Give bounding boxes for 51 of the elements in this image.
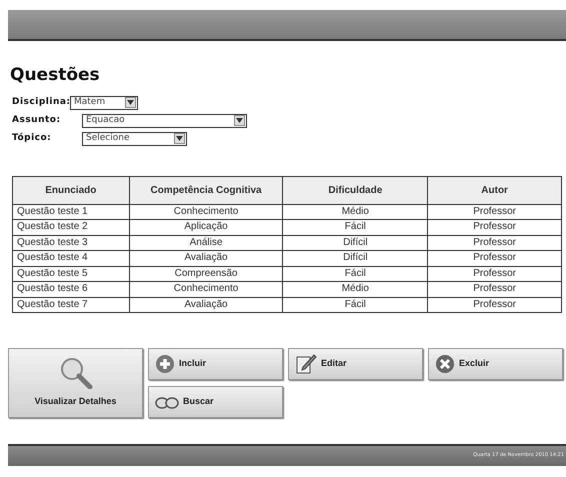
dropdown[interactable]: Selecione [82, 132, 187, 146]
field-label: Tópico: [12, 132, 52, 145]
field-label: Assunto: [12, 114, 62, 127]
column-header: Enunciado [12, 176, 130, 204]
table-cell: Avaliação [129, 297, 283, 312]
table-cell: Questão teste 2 [12, 220, 130, 235]
details-button[interactable]: Visualizar Detalhes [8, 348, 143, 418]
field-label: Disciplina: [12, 96, 70, 109]
table-cell: Questão teste 4 [12, 250, 130, 266]
action-button[interactable]: Incluir [148, 348, 283, 380]
table-cell: Aplicação [129, 220, 283, 235]
table-cell: Professor [428, 282, 562, 297]
x-circle-icon [435, 354, 455, 374]
magnifier-icon [58, 357, 92, 390]
pencil-paper-icon [295, 353, 317, 375]
table-cell: Professor [428, 220, 562, 235]
page-title: Questões [10, 64, 101, 87]
table-cell: Professor [428, 297, 562, 312]
table-cell: Difícil [282, 235, 428, 250]
table-cell: Questão teste 5 [12, 266, 130, 282]
column-header: Dificuldade [282, 176, 428, 204]
dropdown-arrow-icon [127, 100, 134, 105]
table-cell: Professor [428, 204, 562, 220]
table-cell: Compreensão [129, 266, 283, 282]
table-cell: Fácil [282, 266, 428, 282]
table-cell: Professor [428, 235, 562, 250]
table-cell: Difícil [282, 250, 428, 266]
table-cell: Médio [282, 204, 428, 220]
dropdown[interactable]: Matem [70, 96, 138, 110]
table-cell: Médio [282, 282, 428, 297]
dropdown-arrow-icon [176, 136, 183, 141]
table-cell: Fácil [282, 220, 428, 235]
plus-icon [155, 354, 175, 374]
dropdown-arrow-icon [236, 118, 243, 123]
table-cell: Avaliação [129, 250, 283, 266]
column-header: Autor [428, 176, 562, 204]
table-cell: Questão teste 7 [12, 297, 130, 312]
column-header: Competência Cognitiva [129, 176, 283, 204]
table-cell: Análise [129, 235, 283, 250]
table-cell: Questão teste 6 [12, 282, 130, 297]
table-cell: Questão teste 1 [12, 204, 130, 220]
dropdown[interactable]: Equacao [82, 114, 247, 128]
action-button[interactable]: Excluir [428, 348, 563, 380]
table-cell: Professor [428, 266, 562, 282]
table-cell: Fácil [282, 297, 428, 312]
table-cell: Conhecimento [129, 204, 283, 220]
table-cell: Questão teste 3 [12, 235, 130, 250]
action-button[interactable]: Buscar [148, 386, 283, 418]
table-cell: Conhecimento [129, 282, 283, 297]
table-cell: Professor [428, 250, 562, 266]
action-button[interactable]: Editar [288, 348, 423, 380]
